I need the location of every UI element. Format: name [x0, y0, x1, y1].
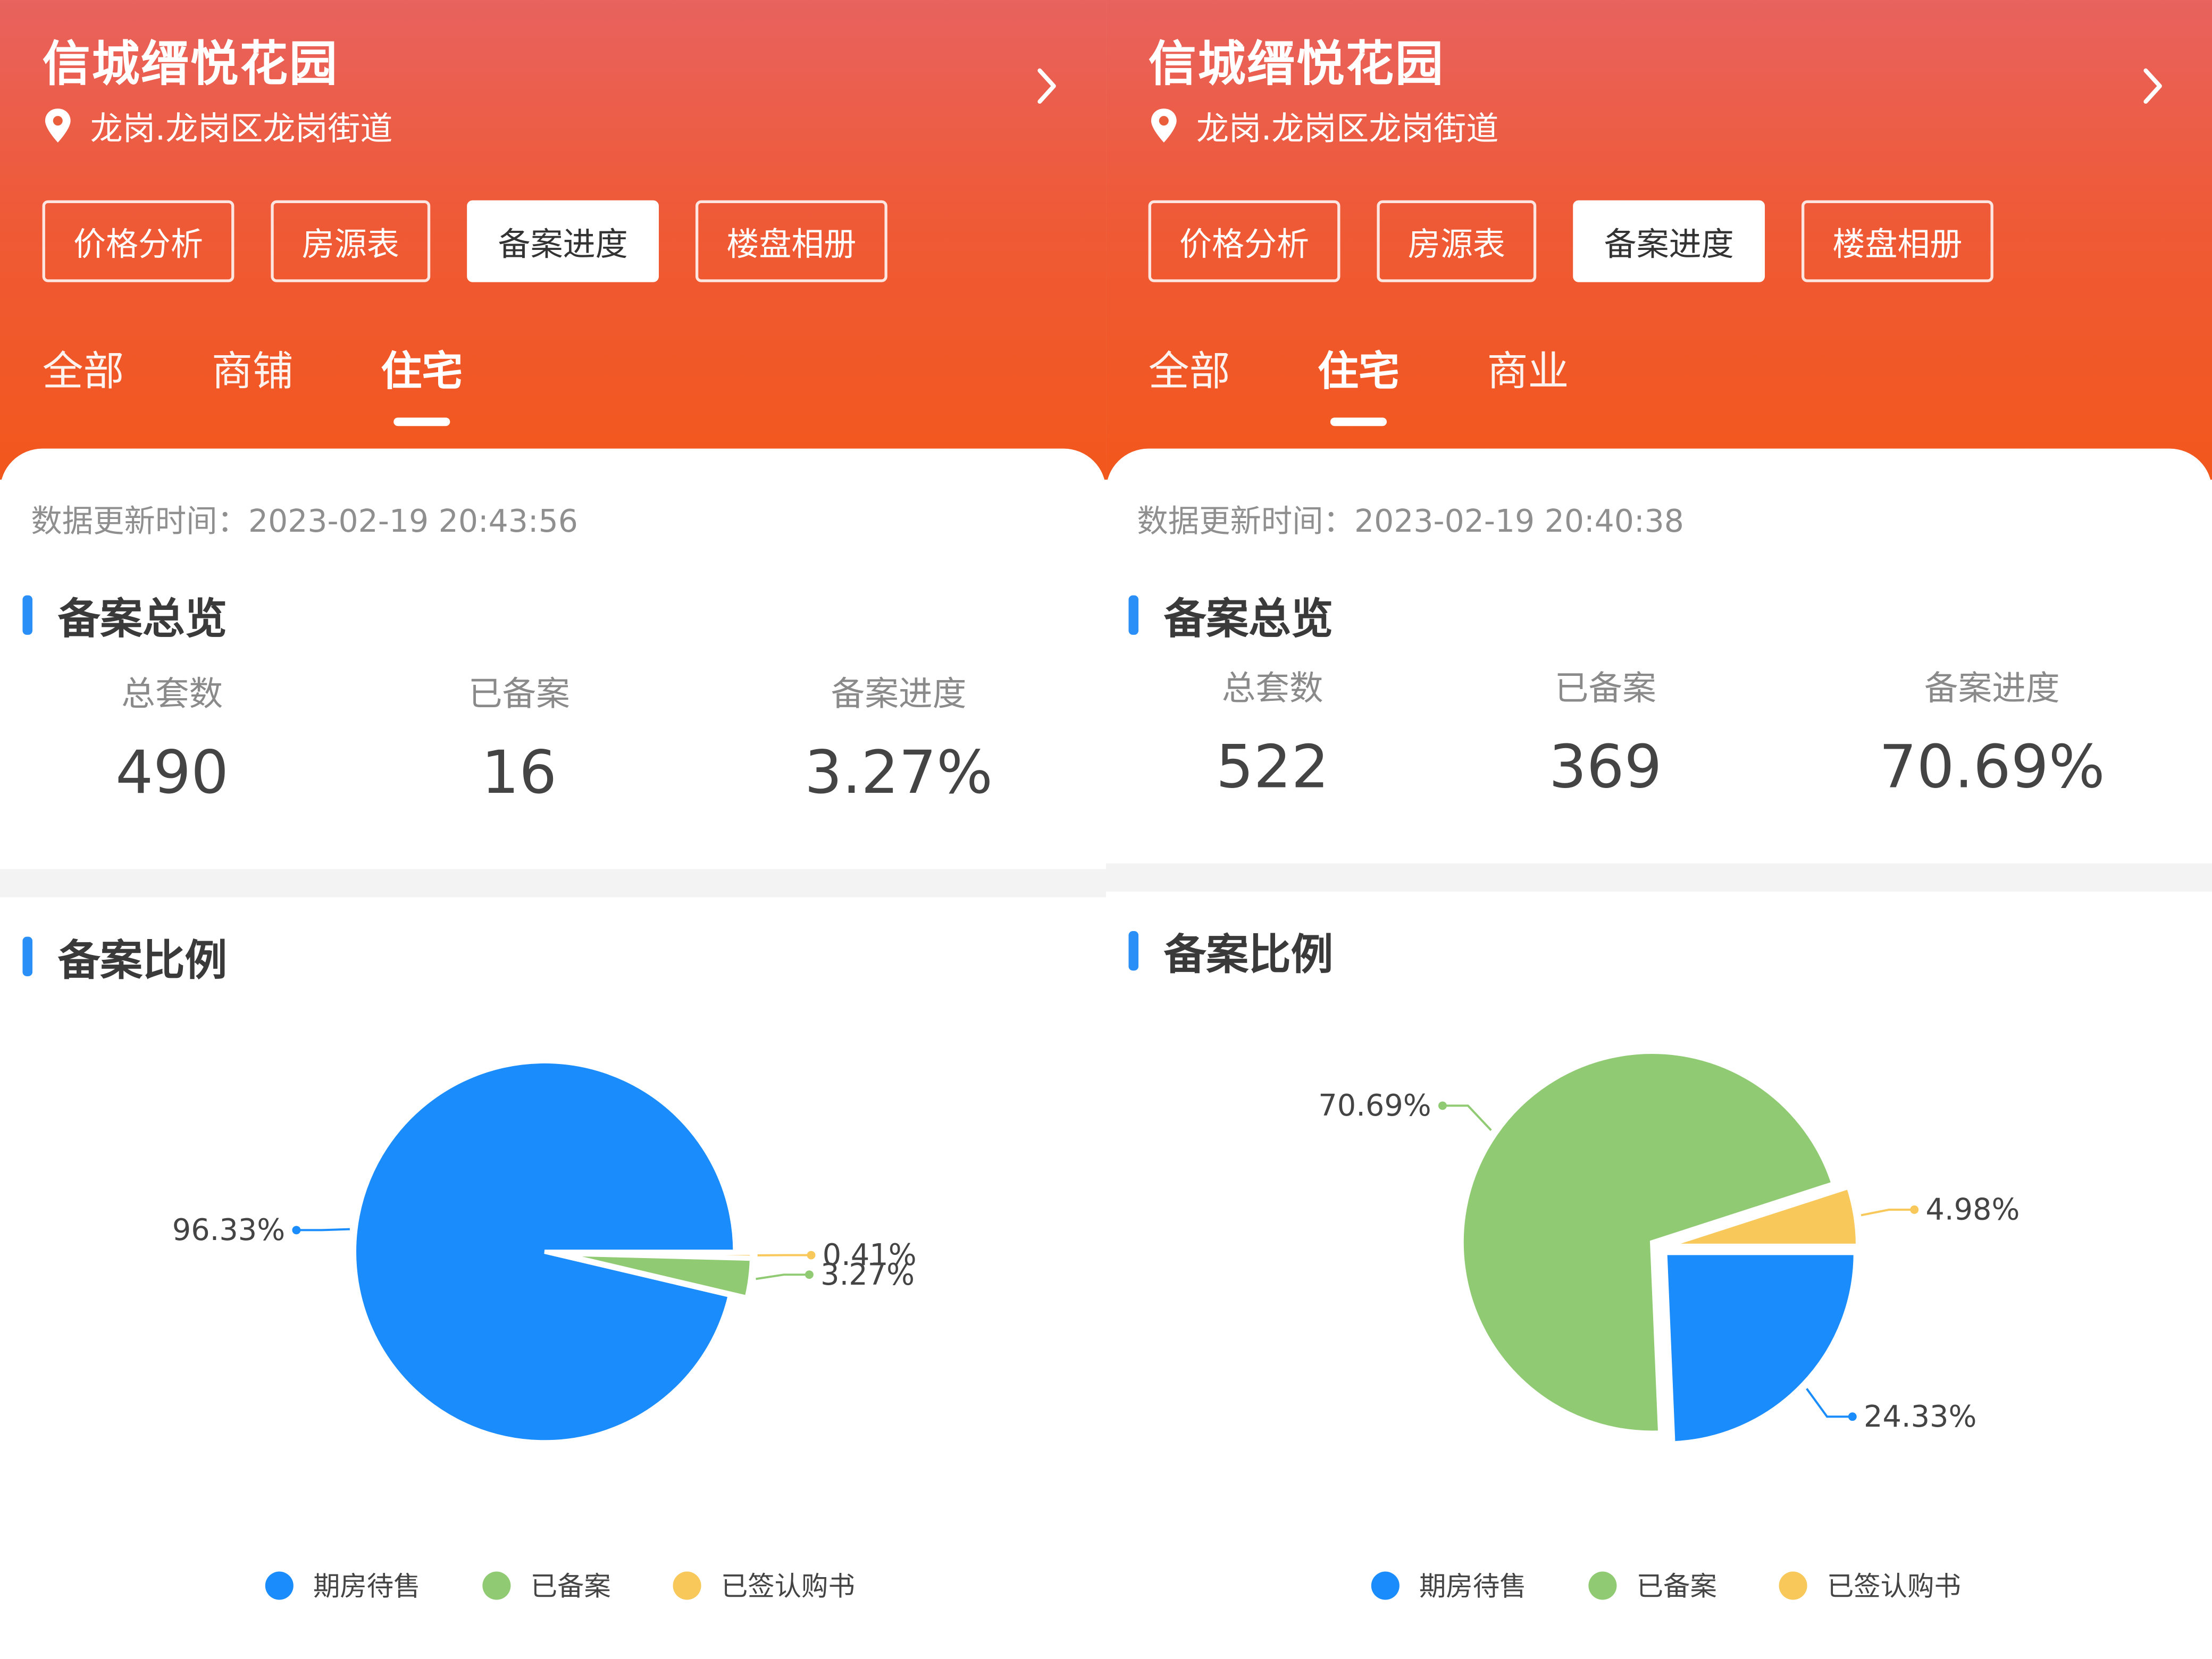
- screenshot-stage: 信城缙悦花园 龙岗.龙岗区龙岗街道 价格分析 房源表 备案进度 楼盘相册 全部 …: [0, 0, 2212, 1659]
- legend-item[interactable]: 已备案: [1588, 1566, 1717, 1604]
- legend-dot-icon: [265, 1571, 294, 1599]
- filing-ratio-pie-chart: 96.33%3.27%0.41%: [172, 1059, 917, 1445]
- label-leader-line: [756, 1273, 809, 1280]
- pie-data-label: 70.69%: [1318, 1088, 1431, 1123]
- label-dot: [1910, 1205, 1919, 1214]
- filing-ratio-pie-chart: 24.33% 70.69% 4.98%: [1318, 1050, 2020, 1446]
- legend-label: 已签认购书: [1826, 1571, 1961, 1603]
- legend-label: 已备案: [1636, 1571, 1717, 1603]
- legend-dot-icon: [673, 1571, 701, 1599]
- pie-data-label: 96.33%: [172, 1213, 285, 1247]
- label-dot: [807, 1251, 816, 1260]
- label-leader-line: [296, 1228, 350, 1231]
- label-dot: [292, 1226, 301, 1235]
- legend-dot-icon: [482, 1571, 511, 1599]
- panel-right: 信城缙悦花园 龙岗.龙岗区龙岗街道 价格分析 房源表 备案进度 楼盘相册 全部 …: [1106, 0, 2212, 1659]
- pie-slice[interactable]: [1663, 1251, 1858, 1446]
- pie-data-label: 24.33%: [1864, 1400, 1976, 1434]
- pie-data-label: 4.98%: [1925, 1193, 2020, 1227]
- legend-label: 已备案: [530, 1571, 611, 1603]
- legend-item[interactable]: 已备案: [482, 1566, 611, 1604]
- chart-legend: 期房待售 已备案 已签认购书: [1371, 1566, 2023, 1604]
- legend-item[interactable]: 期房待售: [1371, 1566, 1527, 1604]
- legend-label: 已签认购书: [720, 1571, 855, 1603]
- label-leader-line: [1806, 1388, 1853, 1418]
- label-dot: [1848, 1412, 1857, 1421]
- legend-dot-icon: [1371, 1571, 1400, 1599]
- legend-item[interactable]: 期房待售: [265, 1566, 421, 1604]
- chart-legend: 期房待售 已备案 已签认购书: [265, 1566, 917, 1604]
- legend-label: 期房待售: [1419, 1571, 1527, 1603]
- legend-item[interactable]: 已签认购书: [673, 1566, 855, 1604]
- label-dot: [805, 1270, 814, 1279]
- label-leader-line: [1442, 1104, 1492, 1131]
- legend-item[interactable]: 已签认购书: [1779, 1566, 1961, 1604]
- label-leader-line: [1861, 1209, 1915, 1217]
- legend-label: 期房待售: [313, 1571, 421, 1603]
- pie-data-label: 0.41%: [823, 1238, 917, 1272]
- legend-dot-icon: [1779, 1571, 1807, 1599]
- label-dot: [1438, 1101, 1447, 1110]
- panel-left: 信城缙悦花园 龙岗.龙岗区龙岗街道 价格分析 房源表 备案进度 楼盘相册 全部 …: [0, 0, 1107, 1659]
- legend-dot-icon: [1588, 1571, 1617, 1599]
